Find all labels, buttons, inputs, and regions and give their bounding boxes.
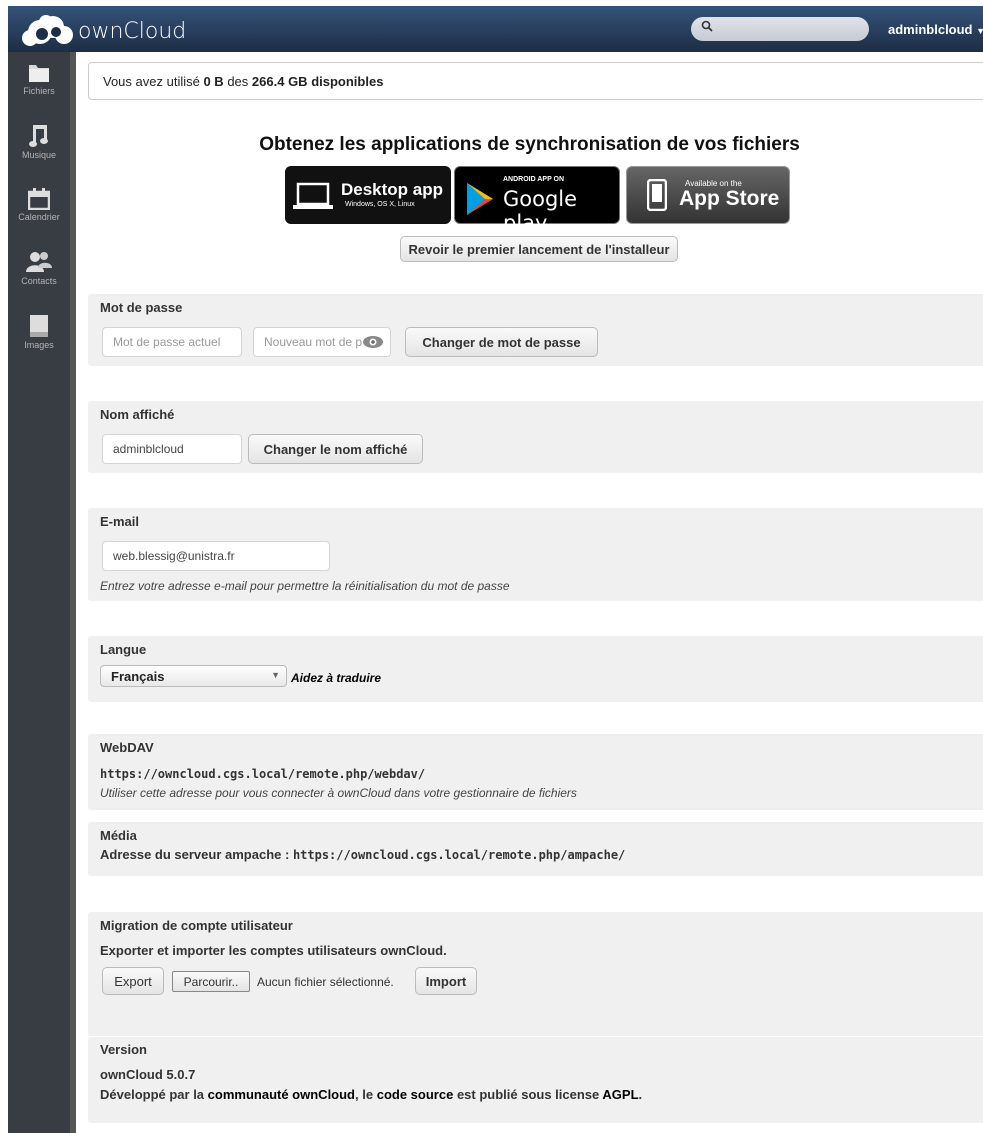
- music-icon: [29, 125, 48, 147]
- app-name: ownCloud: [78, 19, 187, 44]
- phone-icon: [647, 179, 667, 211]
- nav-label: Contacts: [21, 276, 57, 286]
- current-password-field[interactable]: Mot de passe actuel: [102, 327, 242, 357]
- google-play-icon: [467, 183, 493, 215]
- quota-used: 0 B: [203, 74, 224, 89]
- language-section: Langue Français ▼ Aidez à traduire: [88, 636, 983, 702]
- search-box[interactable]: [691, 17, 869, 41]
- webdav-section: WebDAV https://owncloud.cgs.local/remote…: [88, 734, 983, 810]
- app-store-button[interactable]: Available on the App Store: [626, 166, 790, 224]
- search-input[interactable]: [717, 20, 866, 40]
- new-password-placeholder: Nouveau mot de p: [264, 335, 363, 349]
- browse-button[interactable]: Parcourir..: [172, 971, 250, 992]
- media-label: Adresse du serveur ampache :: [100, 847, 290, 862]
- desktop-app-title: Desktop app: [341, 180, 444, 199]
- owncloud-logo[interactable]: ownCloud: [20, 10, 190, 50]
- email-title: E-mail: [100, 514, 140, 529]
- user-menu[interactable]: adminblcloud ▼: [888, 22, 983, 37]
- nav-label: Calendrier: [18, 212, 60, 222]
- media-url: https://owncloud.cgs.local/remote.php/am…: [292, 848, 626, 862]
- version-number: ownCloud 5.0.7: [100, 1067, 196, 1082]
- nav-label: Fichiers: [23, 86, 55, 96]
- left-margin: [0, 0, 8, 1133]
- dropdown-arrow-icon: ▼: [271, 670, 280, 680]
- quota-prefix: Vous avez utilisé: [103, 74, 200, 89]
- display-name-input[interactable]: adminblcloud: [102, 434, 242, 464]
- version-title: Version: [100, 1042, 147, 1057]
- webdav-title: WebDAV: [100, 740, 154, 755]
- credits-prefix: Développé par la: [100, 1087, 205, 1102]
- show-password-eye-icon[interactable]: [362, 335, 384, 349]
- nav-item-fichiers[interactable]: Fichiers: [8, 62, 70, 96]
- app-navigation: Fichiers Musique Calendrier Contacts Ima…: [8, 52, 70, 1133]
- email-section: E-mail web.blessig@unistra.fr Entrez vot…: [88, 508, 983, 601]
- media-line: Adresse du serveur ampache : https://own…: [100, 847, 625, 862]
- help-translate-link[interactable]: Aidez à traduire: [291, 671, 381, 685]
- migration-section: Migration de compte utilisateur Exporter…: [88, 912, 983, 1036]
- no-file-selected: Aucun fichier sélectionné.: [257, 975, 394, 989]
- change-display-name-button[interactable]: Changer le nom affiché: [248, 434, 423, 464]
- google-play-top: ANDROID APP ON: [503, 176, 565, 183]
- quota-suffix: disponibles: [311, 74, 384, 89]
- version-section: Version ownCloud 5.0.7 Développé par la …: [88, 1037, 983, 1123]
- migration-subtitle: Exporter et importer les comptes utilisa…: [100, 943, 447, 958]
- password-title: Mot de passe: [100, 300, 183, 315]
- credits-end: .: [638, 1087, 643, 1102]
- desktop-app-subtitle: Windows, OS X, Linux: [345, 201, 415, 208]
- export-button[interactable]: Export: [102, 967, 164, 995]
- show-wizard-button[interactable]: Revoir le premier lancement de l'install…: [400, 236, 678, 262]
- language-selected: Français: [111, 669, 165, 684]
- calendar-icon: [28, 188, 50, 210]
- email-hint: Entrez votre adresse e-mail pour permett…: [100, 579, 510, 593]
- webdav-url: https://owncloud.cgs.local/remote.php/we…: [100, 767, 426, 781]
- community-link[interactable]: communauté ownCloud: [208, 1087, 355, 1102]
- agpl-link[interactable]: AGPL: [602, 1087, 638, 1102]
- nav-label: Images: [24, 340, 54, 350]
- username: adminblcloud: [888, 22, 973, 37]
- password-section: Mot de passe Mot de passe actuel Nouveau…: [88, 294, 983, 366]
- version-credits: Développé par la communauté ownCloud, le…: [100, 1087, 642, 1102]
- email-input[interactable]: web.blessig@unistra.fr: [102, 541, 330, 571]
- google-play-button[interactable]: ANDROID APP ON Google play: [454, 166, 620, 235]
- source-code-link[interactable]: code source: [377, 1087, 454, 1102]
- nav-item-contacts[interactable]: Contacts: [8, 250, 70, 286]
- folder-icon: [29, 65, 49, 82]
- media-section: Média Adresse du serveur ampache : https…: [88, 822, 983, 876]
- header-bar: ownCloud adminblcloud ▼: [8, 6, 983, 52]
- credits-mid: , le: [355, 1087, 374, 1102]
- cloud-logo-icon: [22, 15, 73, 46]
- chevron-down-icon: ▼: [976, 26, 983, 36]
- clients-title: Obtenez les applications de synchronisat…: [259, 134, 800, 155]
- laptop-icon: [293, 182, 333, 209]
- app-store-main: App Store: [679, 187, 780, 210]
- media-title: Média: [100, 828, 137, 843]
- google-play-main: Google play: [503, 187, 578, 235]
- credits-mid2: est publié sous license: [456, 1087, 600, 1102]
- nav-label: Musique: [21, 150, 57, 160]
- desktop-app-button[interactable]: Desktop app Windows, OS X, Linux: [285, 166, 451, 224]
- new-password-field[interactable]: Nouveau mot de p: [253, 327, 391, 357]
- language-select[interactable]: Français ▼: [100, 665, 287, 687]
- images-icon: [30, 315, 48, 337]
- contacts-icon: [26, 252, 52, 272]
- webdav-hint: Utiliser cette adresse pour vous connect…: [100, 786, 577, 800]
- display-name-section: Nom affiché adminblcloud Changer le nom …: [88, 401, 983, 473]
- quota-total: 266.4 GB: [251, 74, 308, 89]
- nav-item-calendrier[interactable]: Calendrier: [8, 188, 70, 222]
- language-title: Langue: [100, 642, 147, 657]
- settings-content: Vous avez utilisé 0 B des 266.4 GB dispo…: [76, 52, 983, 1133]
- quota-info: Vous avez utilisé 0 B des 266.4 GB dispo…: [88, 62, 983, 100]
- migration-title: Migration de compte utilisateur: [100, 918, 293, 933]
- nav-item-musique[interactable]: Musique: [8, 124, 70, 160]
- display-name-title: Nom affiché: [100, 407, 175, 422]
- quota-middle: des: [227, 74, 249, 89]
- change-password-button[interactable]: Changer de mot de passe: [405, 327, 598, 357]
- search-icon: [701, 20, 713, 35]
- import-button[interactable]: Import: [415, 967, 477, 995]
- nav-item-images[interactable]: Images: [8, 314, 70, 350]
